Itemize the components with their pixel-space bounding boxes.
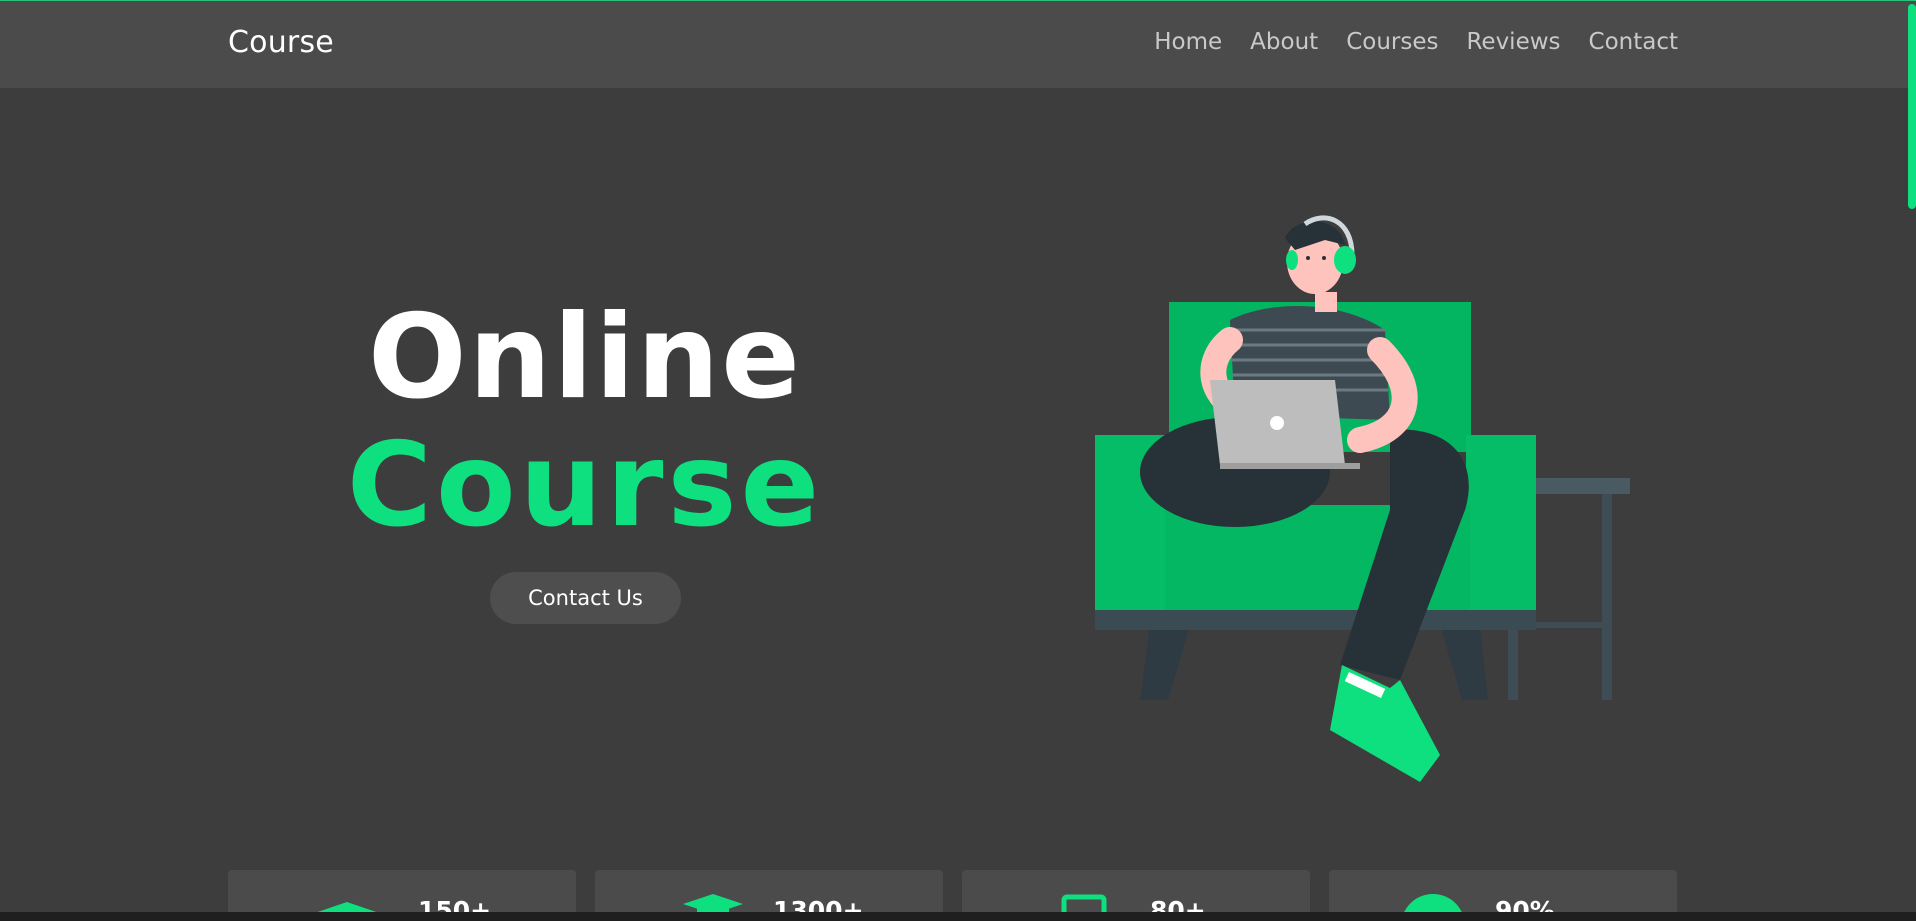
hero-title-online: Online — [368, 290, 802, 425]
nav-about[interactable]: About — [1250, 29, 1318, 55]
scrollbar[interactable] — [1908, 0, 1916, 912]
nav-courses[interactable]: Courses — [1346, 29, 1438, 55]
main-nav: Home About Courses Reviews Contact — [1154, 29, 1678, 55]
bottom-bar — [0, 912, 1916, 921]
nav-reviews[interactable]: Reviews — [1466, 29, 1560, 55]
person-on-sofa-with-laptop-illustration — [1090, 210, 1640, 790]
hero-title-course: Course — [346, 418, 824, 553]
page: Course Home About Courses Reviews Contac… — [0, 0, 1916, 921]
contact-us-button[interactable]: Contact Us — [490, 572, 681, 624]
navbar: Course Home About Courses Reviews Contac… — [0, 1, 1916, 88]
brand-logo[interactable]: Course — [228, 25, 334, 60]
scroll-thumb[interactable] — [1908, 4, 1916, 209]
nav-contact[interactable]: Contact — [1589, 29, 1678, 55]
nav-home[interactable]: Home — [1154, 29, 1222, 55]
